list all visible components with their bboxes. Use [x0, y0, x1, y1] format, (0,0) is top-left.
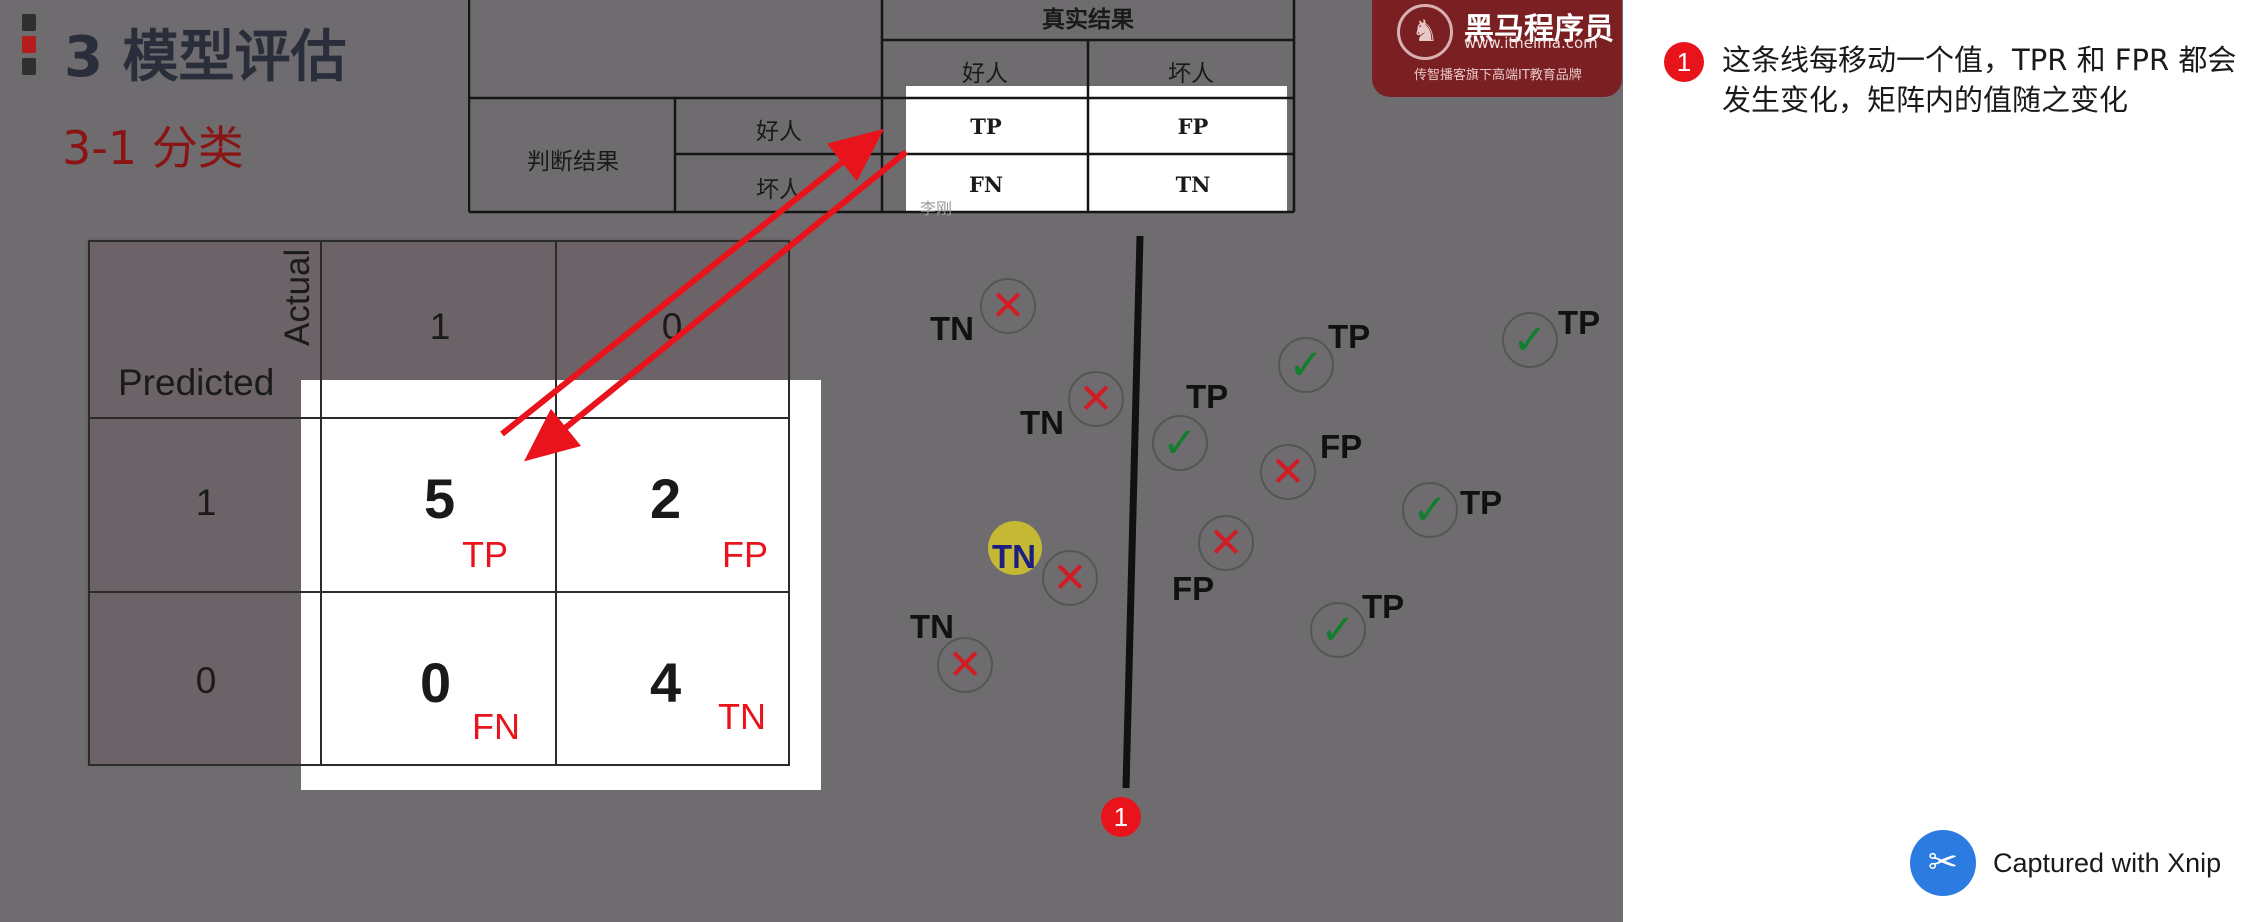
check-icon: ✓ — [1152, 415, 1208, 471]
annotation-note: 这条线每移动一个值，TPR 和 FPR 都会发生变化，矩阵内的值随之变化 — [1722, 43, 2237, 117]
arrow-to-confusion-matrix — [524, 149, 908, 462]
point-label-tp: TP — [1186, 378, 1229, 415]
point-label-tn: TN — [1020, 404, 1064, 441]
cross-icon: ✕ — [1198, 515, 1254, 571]
cross-icon: ✕ — [1260, 444, 1316, 500]
point-label-tn: TN — [910, 608, 954, 645]
cross-icon: ✕ — [1068, 371, 1124, 427]
arrow-to-reference-table — [500, 128, 885, 437]
check-icon: ✓ — [1310, 602, 1366, 658]
check-icon: ✓ — [1502, 312, 1558, 368]
xnip-logo-icon: ✂ — [1910, 830, 1976, 896]
slide-canvas: 3 模型评估 3-1 分类 ♞ 黑马程序员 www.itheima.com 传智… — [0, 0, 1623, 922]
check-icon: ✓ — [1278, 337, 1334, 393]
annotation-badge[interactable]: 1 — [1101, 797, 1141, 837]
decision-threshold-line — [1122, 235, 1144, 789]
cross-icon: ✕ — [1042, 550, 1098, 606]
point-label-tp: TP — [1460, 484, 1503, 521]
point-label-tp: TP — [1558, 304, 1601, 341]
annotation-badge[interactable]: 1 — [1664, 42, 1704, 82]
point-label-tn: TN — [930, 310, 974, 347]
point-label-fp: FP — [1172, 570, 1215, 607]
point-label-tn: TN — [992, 538, 1036, 575]
cross-icon: ✕ — [980, 278, 1036, 334]
check-icon: ✓ — [1402, 482, 1458, 538]
xnip-watermark: Captured with Xnip — [1993, 848, 2222, 878]
point-label-fp: FP — [1320, 428, 1363, 465]
arrows-overlay — [500, 128, 1144, 789]
point-label-tp: TP — [1328, 318, 1371, 355]
point-label-tp: TP — [1362, 588, 1405, 625]
